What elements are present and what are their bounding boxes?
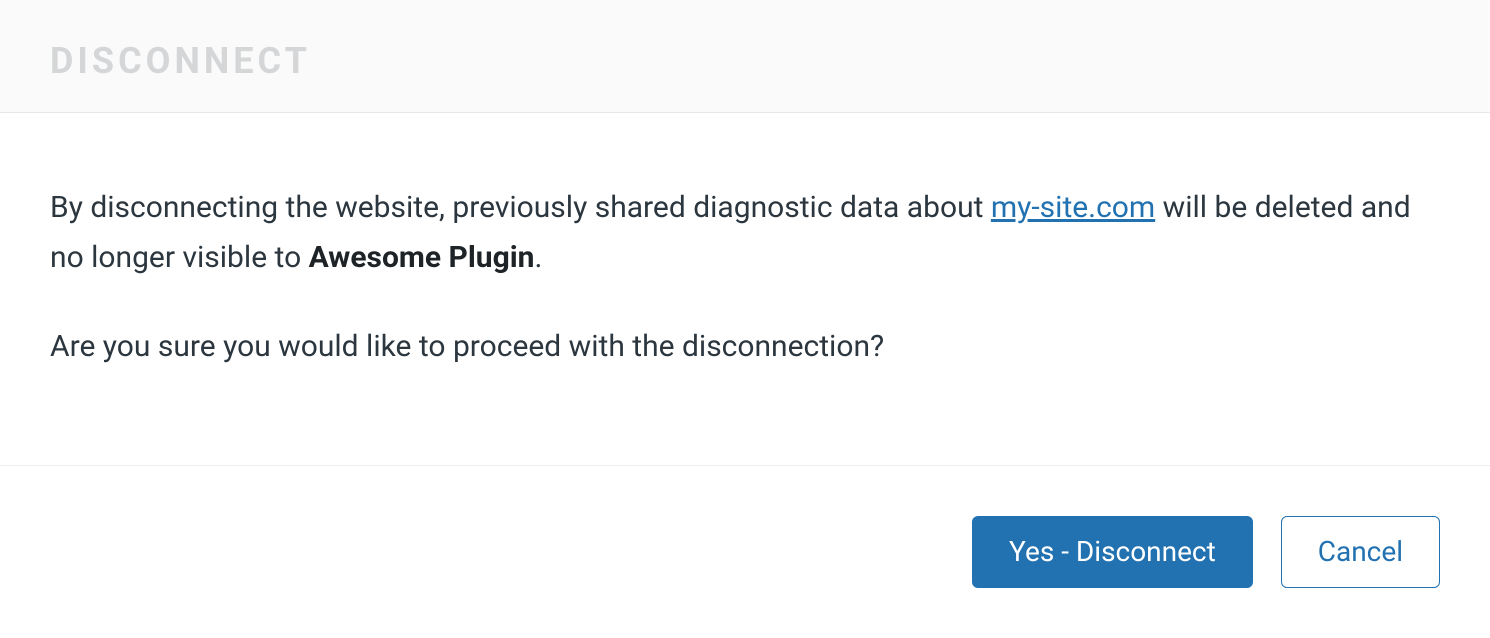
dialog-body: By disconnecting the website, previously… bbox=[0, 113, 1490, 465]
dialog-title: Disconnect bbox=[50, 40, 1440, 82]
text-prefix: By disconnecting the website, previously… bbox=[50, 190, 991, 225]
text-suffix: . bbox=[535, 240, 543, 275]
site-link[interactable]: my-site.com bbox=[991, 190, 1155, 225]
dialog-footer: Yes - Disconnect Cancel bbox=[0, 465, 1490, 638]
confirm-disconnect-button[interactable]: Yes - Disconnect bbox=[972, 516, 1253, 588]
cancel-button[interactable]: Cancel bbox=[1281, 516, 1440, 588]
dialog-message-2: Are you sure you would like to proceed w… bbox=[50, 322, 1440, 372]
dialog-message-1: By disconnecting the website, previously… bbox=[50, 183, 1440, 282]
disconnect-dialog: Disconnect By disconnecting the website,… bbox=[0, 0, 1490, 638]
plugin-name: Awesome Plugin bbox=[309, 240, 535, 275]
dialog-header: Disconnect bbox=[0, 0, 1490, 113]
